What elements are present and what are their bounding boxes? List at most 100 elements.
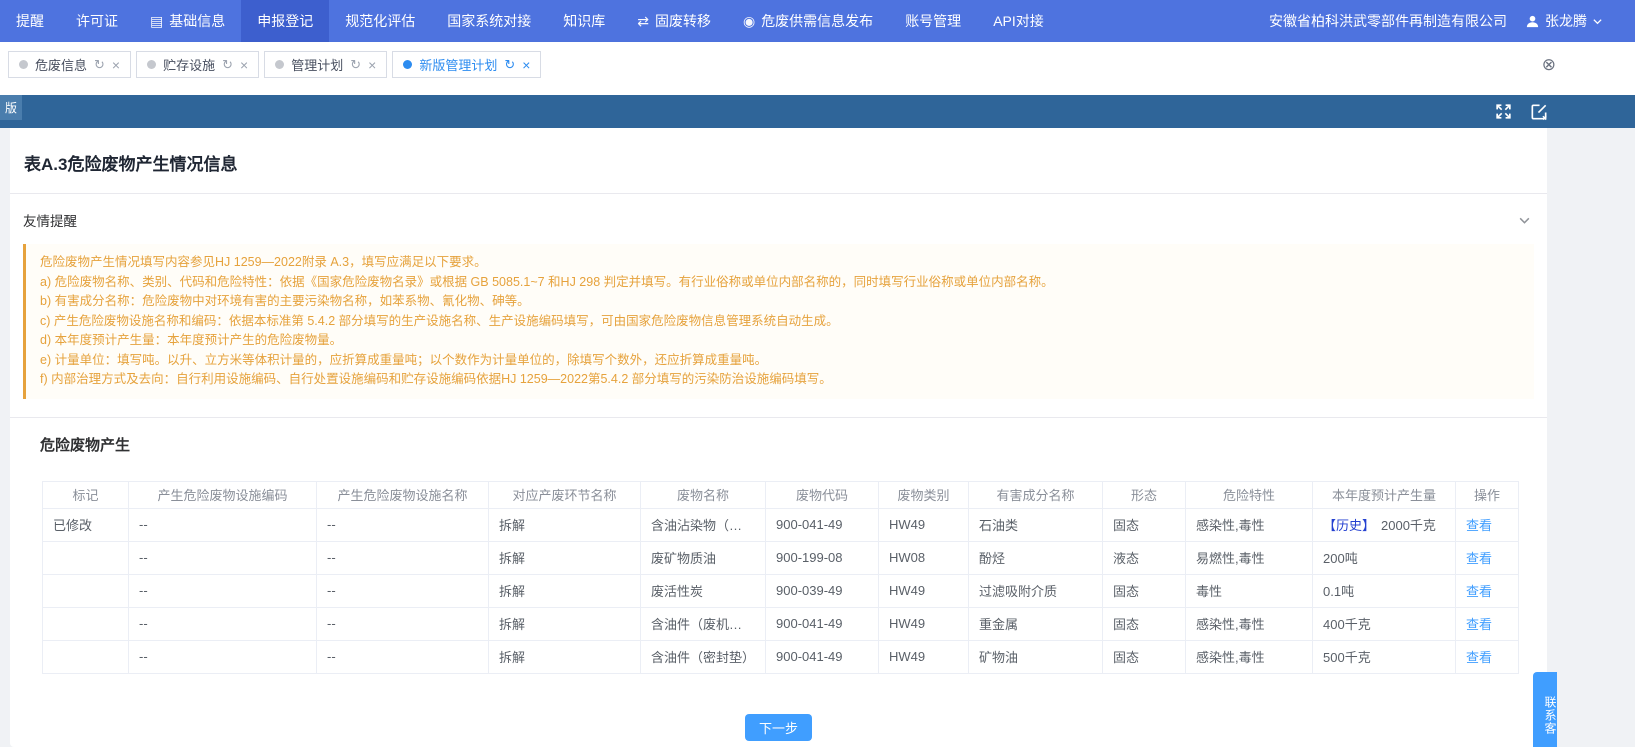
tab-refresh-icon[interactable]: ↻ — [350, 57, 361, 73]
cell-waste_name: 废活性炭 — [641, 574, 766, 607]
column-header: 废物代码 — [766, 481, 879, 508]
cell-mark: 已修改 — [43, 508, 129, 541]
nav-item-label: 申报登记 — [257, 11, 313, 31]
nav-item-apiduijie[interactable]: API对接 — [977, 0, 1060, 42]
cell-amount: 0.1吨 — [1313, 574, 1456, 607]
cell-waste_code: 900-039-49 — [766, 574, 879, 607]
tab-1[interactable]: 危废信息↻× — [8, 51, 131, 78]
nav-item-label: 国家系统对接 — [447, 11, 531, 31]
cell-action: 查看 — [1456, 607, 1519, 640]
cell-component: 矿物油 — [969, 640, 1103, 673]
reminder-collapse-header[interactable]: 友情提醒 — [10, 194, 1547, 240]
contact-service-tab[interactable]: 联系客 — [1533, 672, 1557, 747]
nav-item-jichuxinxi[interactable]: ▤基础信息 — [134, 0, 241, 42]
nav-item-shenbaodengji[interactable]: 申报登记 — [241, 0, 329, 42]
cell-waste_name: 含油件（废机油滤... — [641, 607, 766, 640]
tab-status-dot — [275, 60, 284, 69]
nav-item-zhanghaoguanli[interactable]: 账号管理 — [889, 0, 977, 42]
cell-facility_code: -- — [129, 541, 317, 574]
nav-item-label: 危废供需信息发布 — [761, 11, 873, 31]
view-link[interactable]: 查看 — [1466, 551, 1492, 566]
reminder-title: 友情提醒 — [23, 210, 77, 230]
nav-item-gufeizhuanyi[interactable]: ⇄固废转移 — [621, 0, 727, 42]
cell-facility_name: -- — [317, 508, 489, 541]
chevron-down-icon[interactable] — [1518, 214, 1531, 227]
open-tabs: 危废信息↻×贮存设施↻×管理计划↻×新版管理计划↻× — [8, 51, 546, 78]
tab-close-icon[interactable]: × — [522, 58, 530, 72]
tab-label: 管理计划 — [291, 55, 343, 74]
cell-stage: 拆解 — [489, 574, 641, 607]
section-title: 危险废物产生 — [10, 418, 1547, 455]
cell-facility_code: -- — [129, 508, 317, 541]
cell-waste_name: 废矿物质油 — [641, 541, 766, 574]
column-header: 有害成分名称 — [969, 481, 1103, 508]
nav-item-guifanhuapinggu[interactable]: 规范化评估 — [329, 0, 431, 42]
tab-close-icon[interactable]: × — [240, 58, 248, 72]
table-row: ----拆解废活性炭900-039-49HW49过滤吸附介质固态毒性0.1吨查看 — [43, 574, 1519, 607]
panel-header-bar: 版 — [0, 95, 1635, 128]
cell-hazard: 易燃性,毒性 — [1186, 541, 1313, 574]
nav-item-weifeigongxu[interactable]: ◉危废供需信息发布 — [727, 0, 889, 42]
edit-cancel-icon[interactable] — [1529, 102, 1549, 122]
column-header: 产生危险废物设施名称 — [317, 481, 489, 508]
tab-close-icon[interactable]: × — [112, 58, 120, 72]
table-header-row: 标记产生危险废物设施编码产生危险废物设施名称对应产废环节名称废物名称废物代码废物… — [43, 481, 1519, 508]
cell-hazard: 感染性,毒性 — [1186, 640, 1313, 673]
reminder-section: 危险废物产生情况填写内容参见HJ 1259—2022附录 A.3，填写应满足以下… — [10, 240, 1547, 418]
nav-item-zhishiku[interactable]: 知识库 — [547, 0, 621, 42]
column-header: 产生危险废物设施编码 — [129, 481, 317, 508]
nav-item-label: 账号管理 — [905, 11, 961, 31]
nav-item-xukezheng[interactable]: 许可证 — [60, 0, 134, 42]
column-header: 本年度预计产生量 — [1313, 481, 1456, 508]
tab-close-icon[interactable]: × — [368, 58, 376, 72]
cell-category: HW08 — [879, 541, 969, 574]
fullscreen-icon[interactable] — [1494, 102, 1513, 121]
view-link[interactable]: 查看 — [1466, 617, 1492, 632]
cell-stage: 拆解 — [489, 541, 641, 574]
cell-category: HW49 — [879, 574, 969, 607]
cell-waste_code: 900-041-49 — [766, 640, 879, 673]
close-all-tabs-icon[interactable]: ⊗ — [1542, 55, 1556, 75]
view-link[interactable]: 查看 — [1466, 650, 1492, 665]
tab-4[interactable]: 新版管理计划↻× — [392, 51, 541, 78]
top-navbar: 提醒 许可证 ▤基础信息申报登记规范化评估国家系统对接知识库⇄固废转移◉危废供需信息… — [0, 0, 1635, 42]
table-row: ----拆解含油件（废机油滤...900-041-49HW49重金属固态感染性,… — [43, 607, 1519, 640]
user-icon — [1525, 14, 1540, 29]
nav-item-tixing[interactable]: 提醒 — [0, 0, 60, 42]
nav-item-label: 许可证 — [76, 11, 118, 31]
cell-hazard: 毒性 — [1186, 574, 1313, 607]
cell-hazard: 感染性,毒性 — [1186, 607, 1313, 640]
nav-item-label: 固废转移 — [655, 11, 711, 31]
nav-item-label: 提醒 — [16, 11, 44, 31]
view-link[interactable]: 查看 — [1466, 584, 1492, 599]
cell-facility_name: -- — [317, 574, 489, 607]
page-title: 表A.3危险废物产生情况信息 — [10, 128, 1547, 193]
tab-3[interactable]: 管理计划 ↻ × — [264, 51, 387, 78]
next-step-button[interactable]: 下一步 — [745, 714, 812, 741]
cell-amount: 200吨 — [1313, 541, 1456, 574]
chevron-down-icon — [1592, 16, 1603, 27]
tab-refresh-icon[interactable]: ↻ — [94, 57, 105, 73]
tab-refresh-icon[interactable]: ↻ — [222, 57, 233, 73]
tab-refresh-icon[interactable]: ↻ — [504, 57, 515, 73]
cell-mark — [43, 574, 129, 607]
panel-header-actions — [1494, 95, 1549, 128]
view-link[interactable]: 查看 — [1466, 518, 1492, 533]
cell-stage: 拆解 — [489, 640, 641, 673]
table-row: 已修改----拆解含油沾染物（油泥...900-041-49HW49石油类固态感… — [43, 508, 1519, 541]
nav-item-guojiaxitongduijie[interactable]: 国家系统对接 — [431, 0, 547, 42]
nav-item-label: API对接 — [993, 11, 1044, 31]
panel-corner-tab[interactable]: 版 — [0, 95, 22, 120]
waste-table: 标记产生危险废物设施编码产生危险废物设施名称对应产废环节名称废物名称废物代码废物… — [42, 481, 1519, 674]
content-card: 表A.3危险废物产生情况信息 友情提醒 危险废物产生情况填写内容参见HJ 125… — [10, 128, 1547, 747]
tab-2[interactable]: 贮存设施↻× — [136, 51, 259, 78]
column-header: 操作 — [1456, 481, 1519, 508]
cell-mark — [43, 607, 129, 640]
user-menu[interactable]: 张龙腾 — [1525, 11, 1603, 31]
cell-stage: 拆解 — [489, 508, 641, 541]
cell-form: 固态 — [1103, 607, 1186, 640]
cell-amount: 400千克 — [1313, 607, 1456, 640]
cell-form: 固态 — [1103, 574, 1186, 607]
nav-menu: 提醒 许可证 ▤基础信息申报登记规范化评估国家系统对接知识库⇄固废转移◉危废供需信息… — [0, 0, 1060, 42]
reminder-line: c) 产生危险废物设施名称和编码：依据本标准第 5.4.2 部分填写的生产设施名… — [40, 312, 1520, 332]
